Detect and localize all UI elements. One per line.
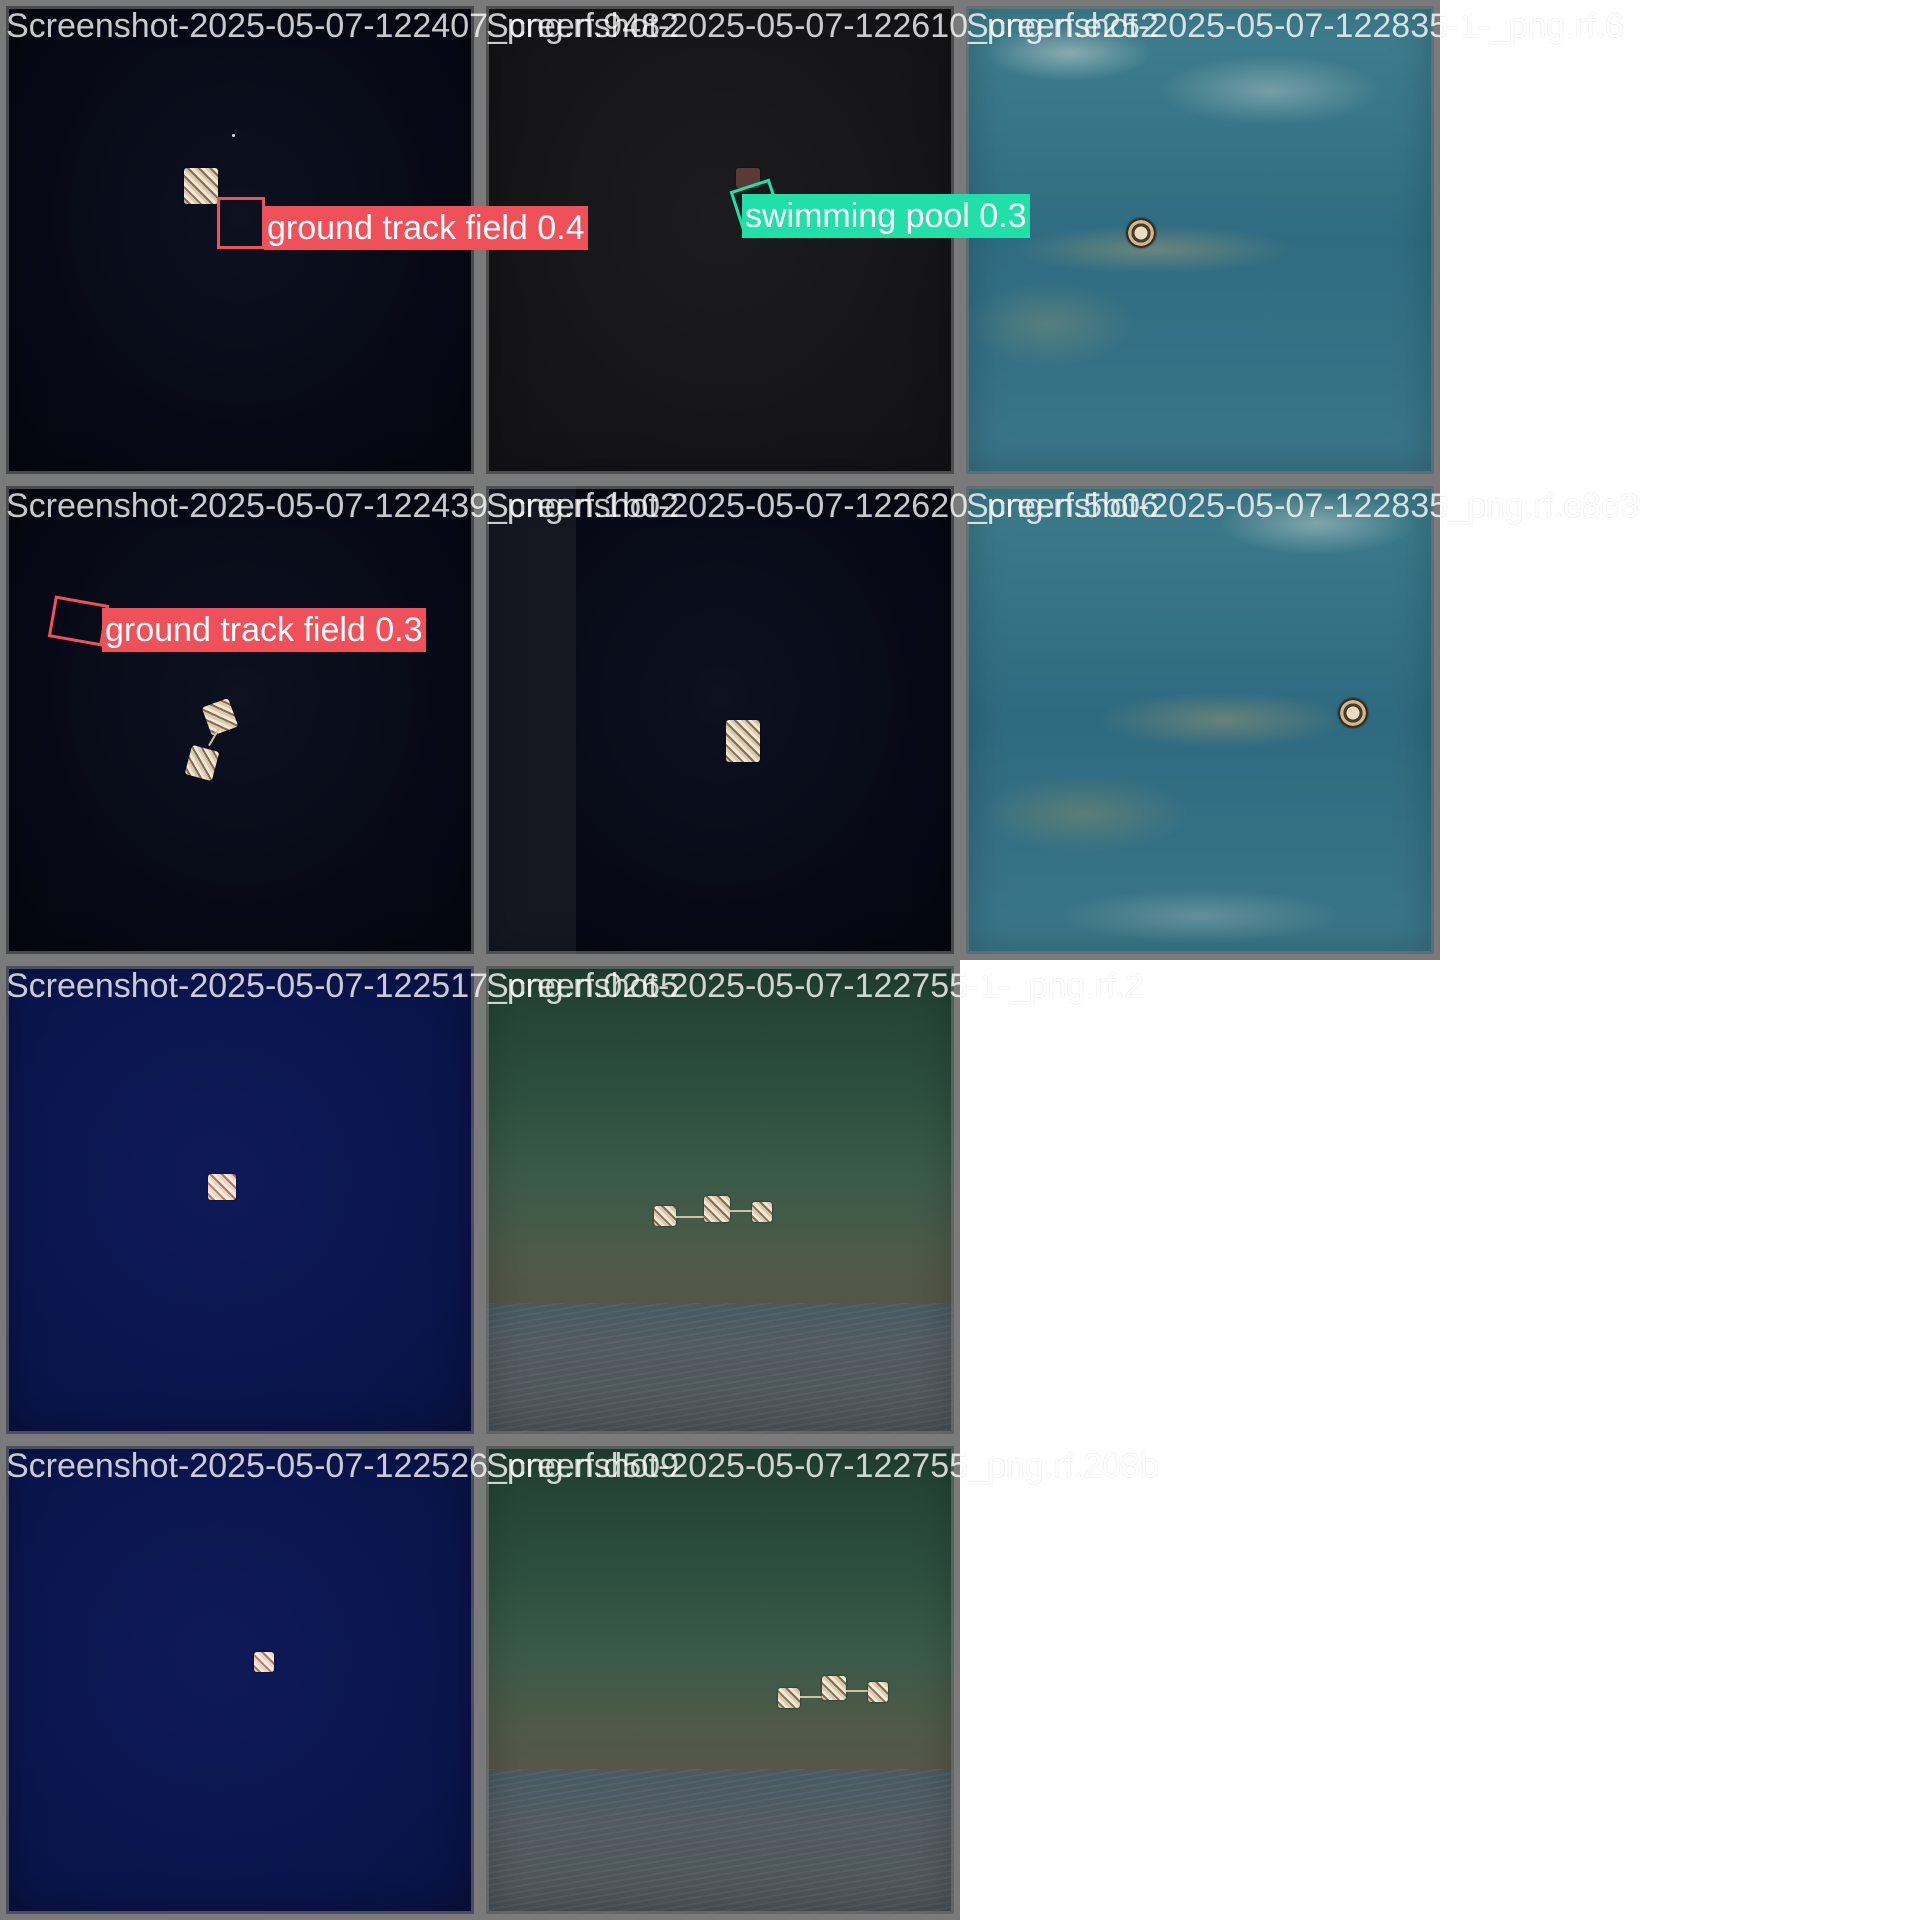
- satellite-photo: [966, 6, 1434, 474]
- image-tile-8: [480, 960, 960, 1440]
- image-caption: Screenshot-2025-05-07-122755_png.rf.208b: [486, 1447, 1159, 1485]
- image-tile-6: [960, 480, 1440, 960]
- detection-box: [217, 197, 265, 249]
- satellite-photo: [6, 966, 474, 1434]
- image-caption: Screenshot-2025-05-07-122835-1-_png.rf.6: [966, 7, 1624, 45]
- image-tile-7: [0, 960, 480, 1440]
- satellite-photo: [486, 486, 954, 954]
- satellite-photo: [486, 1446, 954, 1914]
- image-tile-4: [0, 480, 480, 960]
- satellite-photo: [486, 966, 954, 1434]
- detection-label: swimming pool 0.3: [742, 194, 1030, 238]
- detection-label: ground track field 0.4: [264, 206, 588, 250]
- image-caption: Screenshot-2025-05-07-122755-1-_png.rf.2: [486, 967, 1144, 1005]
- satellite-photo: [966, 486, 1434, 954]
- detection-label: ground track field 0.3: [102, 608, 426, 652]
- satellite-photo: [6, 486, 474, 954]
- satellite-photo: [6, 1446, 474, 1914]
- image-tile-5: [480, 480, 960, 960]
- image-tile-10: [480, 1440, 960, 1920]
- image-tile-3: [960, 0, 1440, 480]
- image-tile-9: [0, 1440, 480, 1920]
- image-caption: Screenshot-2025-05-07-122835_png.rf.e8e3: [966, 487, 1639, 525]
